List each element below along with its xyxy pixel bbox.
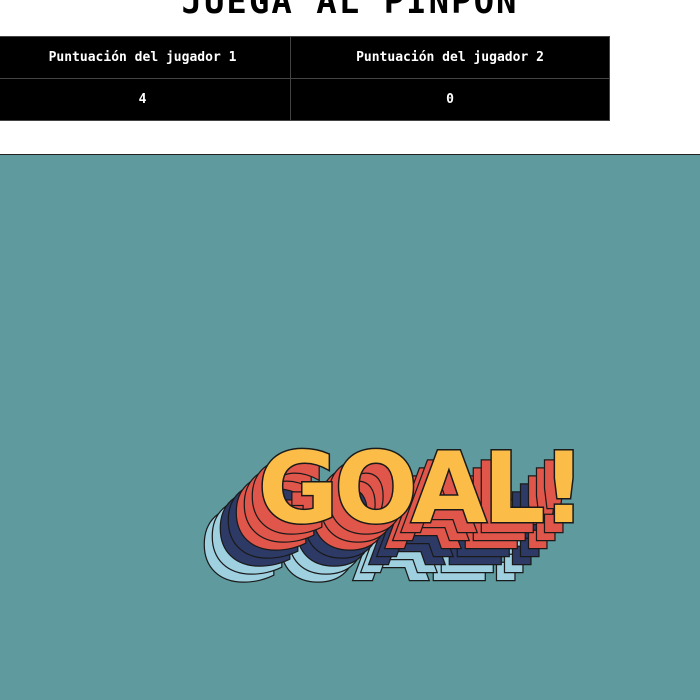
page-title: JUEGA AL PINPON <box>181 0 519 22</box>
player2-score-header: Puntuación del jugador 2 <box>290 36 610 79</box>
scoreboard-header-row: Puntuación del jugador 1 Puntuación del … <box>0 36 610 79</box>
scoreboard-score-row: 4 0 <box>0 78 610 121</box>
player1-score: 4 <box>0 78 291 121</box>
game-field[interactable]: GOAL! GOAL! GOAL! GOAL! GOAL! GOAL! GOAL! GOAL… <box>0 155 700 700</box>
goal-banner: GOAL!GOAL!GOAL!GOAL!GOAL!GOAL!GOAL! GOAL… <box>199 431 588 606</box>
player1-score-header: Puntuación del jugador 1 <box>0 36 291 79</box>
scoreboard: Puntuación del jugador 1 Puntuación del … <box>0 36 610 121</box>
goal-text: GOAL! <box>258 432 582 546</box>
game-page: JUEGA AL PINPON Puntuación del jugador 1… <box>0 0 700 700</box>
player2-score: 0 <box>290 78 610 121</box>
